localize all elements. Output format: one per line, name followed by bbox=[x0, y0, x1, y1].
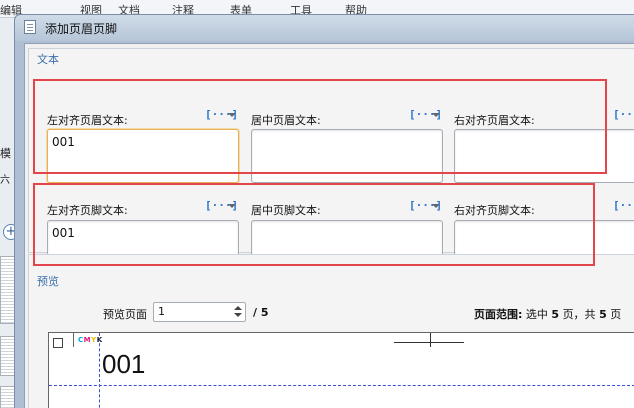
dialog-title: 添加页眉页脚 bbox=[45, 22, 118, 36]
crop-tick bbox=[73, 333, 74, 347]
document-icon bbox=[24, 20, 36, 34]
page-range-label: 页面范围: bbox=[474, 308, 523, 321]
page-range-text-3: 页 bbox=[610, 308, 622, 321]
page-range-total: 5 bbox=[599, 308, 607, 321]
crop-mark-horizontal bbox=[394, 342, 464, 343]
page-range-text-2: 页，共 bbox=[562, 308, 596, 321]
crop-mark-vertical bbox=[430, 333, 431, 347]
dialog-titlebar[interactable]: 添加页眉页脚 bbox=[15, 15, 634, 41]
preview-total-pages: / 5 bbox=[253, 306, 269, 319]
cmyk-m: M bbox=[83, 336, 92, 344]
insert-macro-icon: [···] bbox=[613, 108, 634, 121]
panel-label-six: 六 bbox=[0, 175, 10, 186]
insert-macro-button[interactable]: [···] bbox=[612, 197, 634, 215]
preview-canvas: CMYK 001 bbox=[48, 332, 634, 408]
insert-macro-icon: [···] bbox=[613, 199, 634, 212]
preview-group-title: 预览 bbox=[37, 275, 59, 288]
page-range-selected: 5 bbox=[551, 308, 560, 321]
insert-macro-button[interactable]: [···] bbox=[612, 106, 634, 124]
preview-page-spinbox[interactable]: 1 bbox=[153, 302, 246, 322]
preview-header-text: 001 bbox=[102, 349, 146, 379]
footer-highlight-box bbox=[33, 183, 595, 266]
margin-guide-vertical bbox=[99, 333, 100, 408]
margin-guide-horizontal bbox=[49, 385, 634, 386]
spin-arrows[interactable] bbox=[233, 305, 243, 319]
panel-label-mode: 模 bbox=[0, 147, 11, 160]
chevron-up-icon[interactable] bbox=[234, 306, 242, 310]
registration-mark bbox=[53, 338, 63, 348]
preview-page-value: 1 bbox=[158, 305, 165, 318]
header-highlight-box bbox=[33, 79, 607, 174]
page-range-info: 页面范围: 选中 5 页，共 5 页 bbox=[474, 306, 621, 322]
chevron-down-icon[interactable] bbox=[234, 313, 242, 317]
preview-page-label: 预览页面 bbox=[103, 308, 147, 321]
text-group-title: 文本 bbox=[37, 53, 59, 66]
page-range-text-1: 选中 bbox=[525, 308, 548, 321]
